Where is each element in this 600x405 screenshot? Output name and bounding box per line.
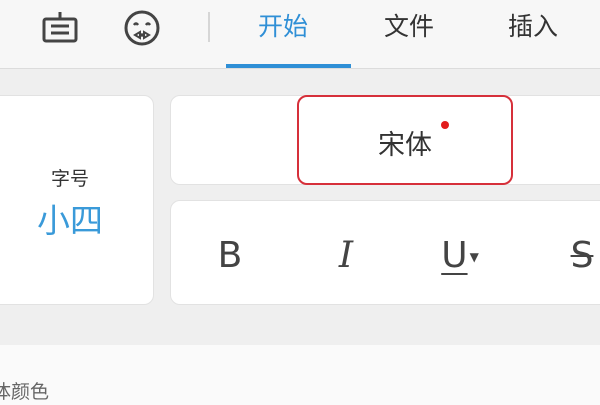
- tab-file[interactable]: 文件: [384, 12, 434, 42]
- emoji-face-icon[interactable]: [120, 8, 164, 48]
- strikethrough-button[interactable]: S: [552, 225, 600, 285]
- font-size-card[interactable]: 字号 小四: [0, 95, 154, 305]
- italic-button[interactable]: I: [316, 225, 376, 285]
- font-name: 宋体: [378, 130, 432, 161]
- font-selector[interactable]: 宋体: [297, 95, 513, 185]
- italic-label: I: [338, 234, 354, 276]
- font-size-label: 字号: [50, 168, 89, 190]
- bold-button[interactable]: B: [200, 225, 260, 285]
- strikethrough-label: S: [570, 234, 594, 276]
- underline-label: U: [441, 234, 468, 276]
- keyboard-icon[interactable]: [38, 8, 82, 48]
- toolbar-divider: [208, 12, 210, 42]
- active-tab-indicator: [226, 64, 351, 68]
- bold-label: B: [217, 234, 243, 276]
- tab-start[interactable]: 开始: [258, 12, 308, 42]
- font-size-value: 小四: [37, 201, 103, 240]
- chevron-down-icon: ▼: [469, 250, 479, 264]
- tab-insert[interactable]: 插入: [508, 12, 558, 42]
- underline-button[interactable]: U ▼: [430, 225, 490, 285]
- notification-dot: [441, 121, 449, 129]
- top-toolbar: 开始 文件 插入: [0, 0, 600, 69]
- font-color-section[interactable]: 体颜色: [0, 345, 600, 405]
